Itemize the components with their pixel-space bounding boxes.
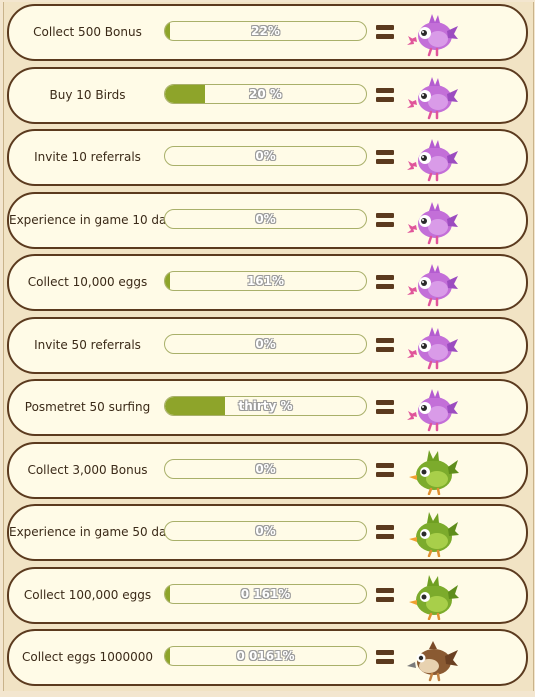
progress-text: 161% <box>246 274 285 288</box>
progress-bar: 0% <box>164 146 367 166</box>
green-bird-icon <box>407 572 459 620</box>
purple-bird-icon <box>407 134 459 182</box>
progress-bar: 0% <box>164 333 367 354</box>
task-label: Collect 100,000 eggs <box>23 587 152 602</box>
progress-text: 0% <box>255 211 276 226</box>
progress-bar: 0 0161% <box>164 646 367 666</box>
progress-text: 0% <box>255 336 276 351</box>
task-row: Collect 3,000 Bonus 0% <box>7 441 528 499</box>
green-bird-icon <box>407 447 459 495</box>
progress-text: 0 0161% <box>236 649 295 663</box>
task-label: Invite 50 referrals <box>34 337 141 352</box>
purple-bird-icon <box>407 259 459 307</box>
progress-bar: thirty % <box>164 396 367 416</box>
task-label: Collect eggs 1000000 <box>21 650 153 664</box>
progress-bar: 0% <box>164 521 367 541</box>
task-row: Invite 10 referrals 0% <box>7 129 528 186</box>
task-label: Invite 10 referrals <box>34 150 141 164</box>
task-row: Experience in game 50 days 0% <box>7 504 528 561</box>
equals-icon <box>376 461 394 479</box>
task-row: Collect eggs 1000000 0 0161% <box>7 629 528 686</box>
task-label: Posmetret 50 surfing <box>24 400 151 414</box>
task-row: Invite 50 referrals 0% <box>7 316 528 374</box>
purple-bird-icon <box>407 9 459 57</box>
task-label: Buy 10 Birds <box>49 87 126 102</box>
equals-icon <box>376 336 394 354</box>
progress-bar: 20 % <box>164 83 367 104</box>
progress-bar: 161% <box>164 271 367 291</box>
task-list: Collect 500 Bonus 22% Buy 10 Birds 20 % Invi… <box>7 4 528 692</box>
progress-bar: 22% <box>164 21 367 41</box>
purple-bird-icon <box>407 322 459 370</box>
task-label: Experience in game 50 days <box>9 525 166 539</box>
equals-icon <box>376 398 394 416</box>
equals-icon <box>376 648 394 666</box>
purple-bird-icon <box>407 384 459 432</box>
progress-text: 0% <box>255 524 276 538</box>
task-label: Experience in game 10 days <box>9 212 166 227</box>
equals-icon <box>376 23 394 41</box>
task-row: Posmetret 50 surfing thirty % <box>7 379 528 436</box>
equals-icon <box>376 586 394 604</box>
progress-text: thirty % <box>238 399 293 413</box>
progress-bar: 0% <box>164 208 367 229</box>
task-row: Collect 100,000 eggs 0 161% <box>7 566 528 624</box>
task-label: Collect 10,000 eggs <box>27 275 148 289</box>
progress-text: 0% <box>255 461 276 476</box>
progress-bar: 0 161% <box>164 583 367 604</box>
tasks-panel: Collect 500 Bonus 22% Buy 10 Birds 20 % Invi… <box>3 2 534 691</box>
equals-icon <box>376 148 394 166</box>
purple-bird-icon <box>407 197 459 245</box>
equals-icon <box>376 523 394 541</box>
task-row: Collect 500 Bonus 22% <box>7 4 528 61</box>
task-row: Buy 10 Birds 20 % <box>7 66 528 124</box>
equals-icon <box>376 211 394 229</box>
task-label: Collect 500 Bonus <box>33 25 142 39</box>
brown-bird-icon <box>407 634 459 682</box>
task-row: Collect 10,000 eggs 161% <box>7 254 528 311</box>
equals-icon <box>376 86 394 104</box>
progress-text: 0 161% <box>240 586 291 601</box>
task-row: Experience in game 10 days 0% <box>7 191 528 249</box>
task-label: Collect 3,000 Bonus <box>27 462 148 477</box>
green-bird-icon <box>407 509 459 557</box>
purple-bird-icon <box>407 72 459 120</box>
progress-text: 22% <box>251 24 280 38</box>
progress-text: 0% <box>255 149 276 163</box>
progress-bar: 0% <box>164 458 367 479</box>
equals-icon <box>376 273 394 291</box>
progress-text: 20 % <box>249 86 282 101</box>
